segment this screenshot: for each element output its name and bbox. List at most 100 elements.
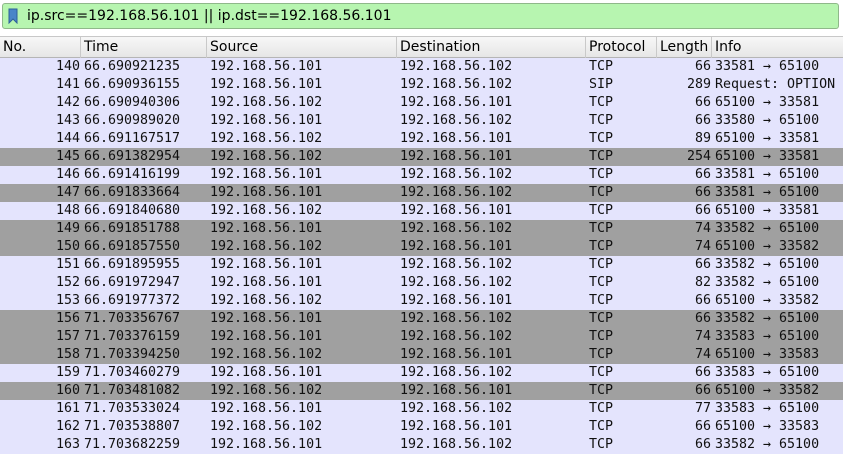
packet-source: 192.168.56.101 <box>210 329 323 344</box>
packet-time: 71.703533024 <box>84 401 181 416</box>
packet-length: 66 <box>694 95 711 110</box>
packet-protocol: TCP <box>589 59 614 74</box>
display-filter-input[interactable]: ip.src==192.168.56.101 || ip.dst==192.16… <box>2 3 839 29</box>
packet-number: 151 <box>55 257 80 272</box>
packet-length: 74 <box>694 347 711 362</box>
packet-source: 192.168.56.102 <box>210 203 323 218</box>
packet-source: 192.168.56.102 <box>210 293 323 308</box>
packet-number: 150 <box>55 239 80 254</box>
column-header-info[interactable]: Info <box>712 37 843 58</box>
packet-number: 160 <box>55 383 80 398</box>
packet-row[interactable]: 143 66.690989020 192.168.56.101 192.168.56.… <box>0 112 843 130</box>
packet-source: 192.168.56.102 <box>210 347 323 362</box>
packet-length: 254 <box>686 149 711 164</box>
packet-number: 153 <box>55 293 80 308</box>
packet-number: 156 <box>55 311 80 326</box>
packet-destination: 192.168.56.102 <box>400 329 513 344</box>
packet-destination: 192.168.56.102 <box>400 167 513 182</box>
packet-row[interactable]: 152 66.691972947 192.168.56.101 192.168.56.… <box>0 274 843 292</box>
packet-length: 66 <box>694 293 711 308</box>
packet-info: Request: OPTION <box>715 77 836 92</box>
packet-row[interactable]: 161 71.703533024 192.168.56.101 192.168.56.… <box>0 400 843 418</box>
packet-length: 66 <box>694 383 711 398</box>
packet-row[interactable]: 148 66.691840680 192.168.56.102 192.168.56.… <box>0 202 843 220</box>
packet-time: 66.691895955 <box>84 257 181 272</box>
packet-length: 66 <box>694 311 711 326</box>
packet-row[interactable]: 159 71.703460279 192.168.56.101 192.168.56.… <box>0 364 843 382</box>
packet-length: 82 <box>694 275 711 290</box>
packet-info: 33582 → 65100 <box>715 275 820 290</box>
packet-row[interactable]: 144 66.691167517 192.168.56.102 192.168.56.… <box>0 130 843 148</box>
packet-protocol: TCP <box>589 185 614 200</box>
packet-info: 33582 → 65100 <box>715 311 820 326</box>
bookmark-icon[interactable] <box>8 8 18 24</box>
packet-row[interactable]: 140 66.690921235 192.168.56.101 192.168.56.… <box>0 58 843 76</box>
packet-info: 33581 → 65100 <box>715 167 820 182</box>
packet-row[interactable]: 158 71.703394250 192.168.56.102 192.168.56.… <box>0 346 843 364</box>
packet-protocol: TCP <box>589 329 614 344</box>
packet-row[interactable]: 149 66.691851788 192.168.56.101 192.168.56.… <box>0 220 843 238</box>
packet-time: 66.691972947 <box>84 275 181 290</box>
packet-source: 192.168.56.101 <box>210 77 323 92</box>
packet-destination: 192.168.56.101 <box>400 347 513 362</box>
packet-info: 65100 → 33581 <box>715 95 820 110</box>
packet-info: 33582 → 65100 <box>715 221 820 236</box>
packet-number: 161 <box>55 401 80 416</box>
packet-time: 71.703356767 <box>84 311 181 326</box>
packet-protocol: TCP <box>589 275 614 290</box>
packet-time: 71.703481082 <box>84 383 181 398</box>
packet-time: 66.690936155 <box>84 77 181 92</box>
packet-number: 163 <box>55 437 80 452</box>
packet-row[interactable]: 145 66.691382954 192.168.56.102 192.168.56.… <box>0 148 843 166</box>
packet-row[interactable]: 160 71.703481082 192.168.56.102 192.168.56.… <box>0 382 843 400</box>
packet-destination: 192.168.56.102 <box>400 185 513 200</box>
packet-info: 33581 → 65100 <box>715 185 820 200</box>
packet-destination: 192.168.56.102 <box>400 59 513 74</box>
packet-protocol: TCP <box>589 113 614 128</box>
packet-protocol: TCP <box>589 131 614 146</box>
packet-protocol: TCP <box>589 203 614 218</box>
packet-source: 192.168.56.101 <box>210 167 323 182</box>
packet-number: 141 <box>55 77 80 92</box>
packet-destination: 192.168.56.102 <box>400 311 513 326</box>
packet-row[interactable]: 156 71.703356767 192.168.56.101 192.168.56.… <box>0 310 843 328</box>
packet-time: 66.691851788 <box>84 221 181 236</box>
column-header-no[interactable]: No. <box>0 37 81 58</box>
column-header-destination[interactable]: Destination <box>397 37 586 58</box>
packet-row[interactable]: 153 66.691977372 192.168.56.102 192.168.56.… <box>0 292 843 310</box>
column-header-time[interactable]: Time <box>81 37 207 58</box>
packet-row[interactable]: 163 71.703682259 192.168.56.101 192.168.56.… <box>0 436 843 454</box>
packet-row[interactable]: 141 66.690936155 192.168.56.101 192.168.56.… <box>0 76 843 94</box>
packet-time: 71.703682259 <box>84 437 181 452</box>
packet-time: 66.691416199 <box>84 167 181 182</box>
packet-length: 74 <box>694 329 711 344</box>
packet-info: 33580 → 65100 <box>715 113 820 128</box>
packet-row[interactable]: 151 66.691895955 192.168.56.101 192.168.56.… <box>0 256 843 274</box>
column-header-source[interactable]: Source <box>207 37 397 58</box>
packet-source: 192.168.56.101 <box>210 59 323 74</box>
packet-time: 66.691833664 <box>84 185 181 200</box>
packet-source: 192.168.56.101 <box>210 437 323 452</box>
packet-number: 149 <box>55 221 80 236</box>
packet-row[interactable]: 157 71.703376159 192.168.56.101 192.168.56.… <box>0 328 843 346</box>
packet-row[interactable]: 142 66.690940306 192.168.56.102 192.168.56.… <box>0 94 843 112</box>
packet-destination: 192.168.56.101 <box>400 149 513 164</box>
packet-length: 66 <box>694 419 711 434</box>
packet-list-header: No. Time Source Destination Protocol Len… <box>0 36 843 58</box>
packet-row[interactable]: 147 66.691833664 192.168.56.101 192.168.56.… <box>0 184 843 202</box>
packet-time: 71.703376159 <box>84 329 181 344</box>
packet-row[interactable]: 150 66.691857550 192.168.56.102 192.168.56.… <box>0 238 843 256</box>
packet-destination: 192.168.56.102 <box>400 77 513 92</box>
packet-row[interactable]: 162 71.703538807 192.168.56.102 192.168.56.… <box>0 418 843 436</box>
packet-row[interactable]: 146 66.691416199 192.168.56.101 192.168.56.… <box>0 166 843 184</box>
packet-protocol: TCP <box>589 149 614 164</box>
packet-protocol: TCP <box>589 383 614 398</box>
packet-info: 33583 → 65100 <box>715 329 820 344</box>
packet-number: 140 <box>55 59 80 74</box>
column-header-length[interactable]: Length <box>657 37 712 58</box>
packet-length: 66 <box>694 59 711 74</box>
display-filter-text[interactable]: ip.src==192.168.56.101 || ip.dst==192.16… <box>27 7 391 25</box>
packet-number: 145 <box>55 149 80 164</box>
column-header-protocol[interactable]: Protocol <box>586 37 657 58</box>
packet-source: 192.168.56.101 <box>210 275 323 290</box>
